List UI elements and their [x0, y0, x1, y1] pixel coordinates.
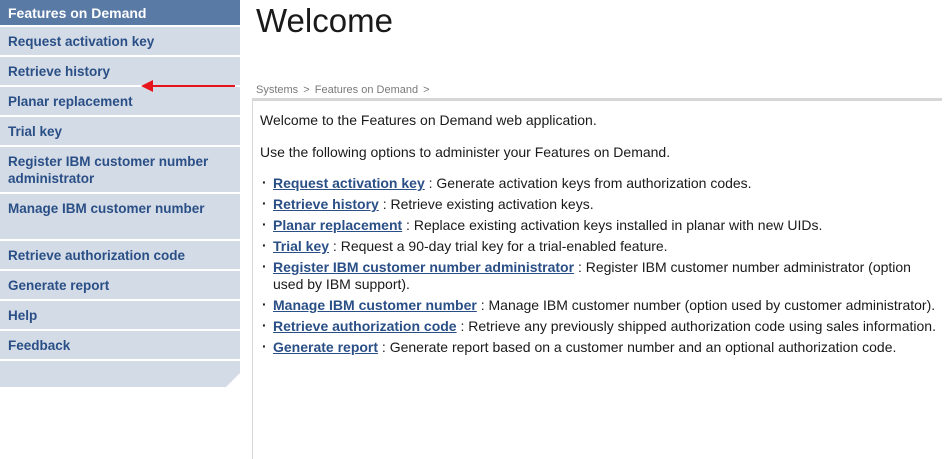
link-request-activation-key[interactable]: Request activation key: [273, 175, 425, 191]
list-item: Trial key : Request a 90-day trial key f…: [260, 237, 942, 255]
red-arrow-icon: [141, 80, 235, 92]
option-description: : Retrieve existing activation keys.: [378, 196, 594, 212]
link-manage-ibm-customer-number[interactable]: Manage IBM customer number: [273, 297, 477, 313]
link-trial-key[interactable]: Trial key: [273, 238, 329, 254]
breadcrumb-separator: >: [423, 84, 430, 96]
link-retrieve-authorization-code[interactable]: Retrieve authorization code: [273, 318, 457, 334]
content-panel: Welcome to the Features on Demand web ap…: [252, 98, 942, 459]
sidebar-item-retrieve-authorization-code[interactable]: Retrieve authorization code: [0, 241, 240, 271]
list-item: Manage IBM customer number : Manage IBM …: [260, 296, 942, 314]
options-list: Request activation key : Generate activa…: [260, 174, 942, 356]
sidebar-item-feedback[interactable]: Feedback: [0, 331, 240, 361]
list-item: Register IBM customer number administrat…: [260, 258, 942, 293]
link-planar-replacement[interactable]: Planar replacement: [273, 217, 402, 233]
list-item: Generate report : Generate report based …: [260, 338, 942, 356]
sidebar-header[interactable]: Features on Demand: [0, 0, 240, 27]
sidebar-footer: [0, 361, 240, 387]
option-description: : Retrieve any previously shipped author…: [456, 318, 936, 334]
sidebar-item-generate-report[interactable]: Generate report: [0, 271, 240, 301]
breadcrumb-features-on-demand[interactable]: Features on Demand: [315, 84, 418, 96]
breadcrumb-separator: >: [303, 84, 310, 96]
list-item: Planar replacement : Replace existing ac…: [260, 216, 942, 234]
sidebar-item-manage-ibm-customer-number[interactable]: Manage IBM customer number: [0, 194, 240, 241]
option-description: : Replace existing activation keys insta…: [402, 217, 823, 233]
sidebar-item-request-activation-key[interactable]: Request activation key: [0, 27, 240, 57]
option-description: : Manage IBM customer number (option use…: [476, 297, 936, 313]
sidebar-nav: Features on Demand Request activation ke…: [0, 0, 240, 387]
breadcrumb-systems[interactable]: Systems: [256, 84, 298, 96]
link-retrieve-history[interactable]: Retrieve history: [273, 196, 379, 212]
list-item: Retrieve history : Retrieve existing act…: [260, 195, 942, 213]
list-item: Request activation key : Generate activa…: [260, 174, 942, 192]
link-generate-report[interactable]: Generate report: [273, 339, 378, 355]
sidebar-item-trial-key[interactable]: Trial key: [0, 117, 240, 147]
option-description: : Request a 90-day trial key for a trial…: [329, 238, 668, 254]
breadcrumb: Systems > Features on Demand >: [256, 84, 432, 96]
sidebar-item-register-ibm-customer-number-administrator[interactable]: Register IBM customer number administrat…: [0, 147, 240, 194]
instructions-text: Use the following options to administer …: [260, 144, 671, 160]
sidebar-item-help[interactable]: Help: [0, 301, 240, 331]
option-description: : Generate report based on a customer nu…: [378, 339, 897, 355]
intro-text: Welcome to the Features on Demand web ap…: [260, 112, 597, 128]
page-title: Welcome: [256, 2, 393, 39]
list-item: Retrieve authorization code : Retrieve a…: [260, 317, 942, 335]
option-description: : Generate activation keys from authoriz…: [424, 175, 752, 191]
link-register-ibm-customer-number-administrator[interactable]: Register IBM customer number administrat…: [273, 259, 574, 275]
